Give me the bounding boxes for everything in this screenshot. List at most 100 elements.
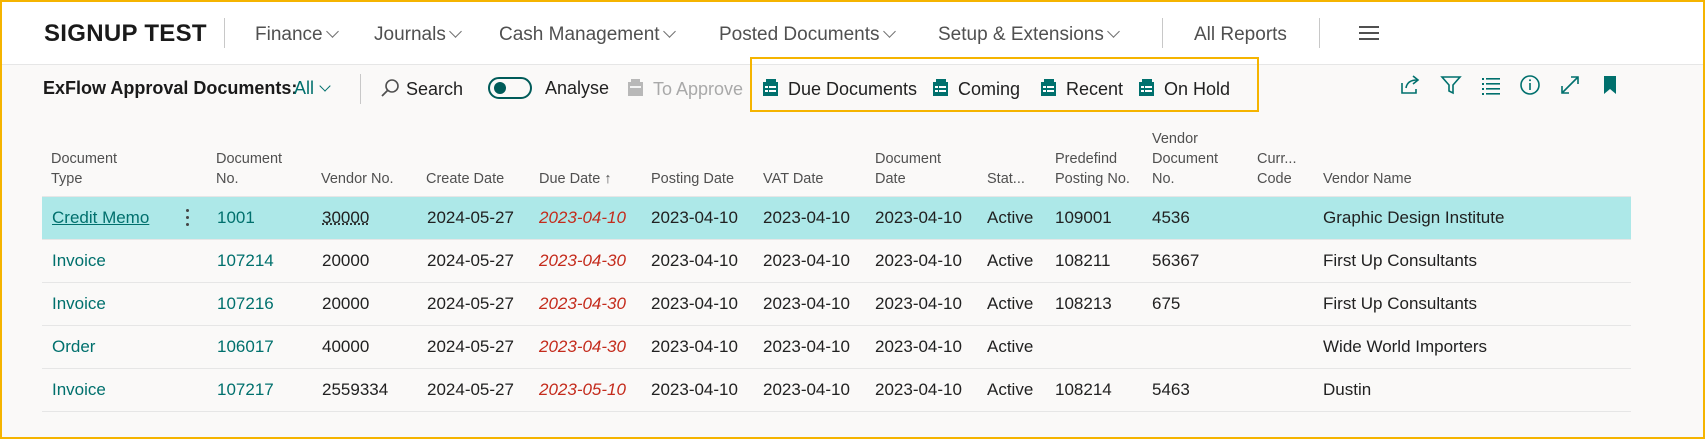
nav-posted-documents[interactable]: Posted Documents xyxy=(719,24,896,46)
chevron-down-icon xyxy=(448,25,462,38)
bookmark-icon[interactable] xyxy=(1598,73,1622,97)
analyse-toggle[interactable] xyxy=(488,77,532,99)
toggle-knob xyxy=(494,82,506,94)
cell-vendor-no: 20000 xyxy=(322,294,370,313)
cell-vendor-no: 20000 xyxy=(322,251,370,270)
cell-document-type[interactable]: Order xyxy=(52,337,95,357)
cell-vendor-document-no: 56367 xyxy=(1152,251,1200,270)
cell-status: Active xyxy=(987,380,1034,399)
cell-vendor-no: 30000 xyxy=(322,208,370,227)
header-due-date-label: Due Date xyxy=(539,171,601,187)
list-view-icon[interactable] xyxy=(1479,73,1503,97)
cell-status: Active xyxy=(987,294,1034,313)
chevron-down-icon xyxy=(662,25,676,38)
cell-create-date: 2024-05-27 xyxy=(427,294,514,313)
cell-document-date: 2023-04-10 xyxy=(875,208,962,227)
nav-finance[interactable]: Finance xyxy=(255,24,339,46)
filter-icon[interactable] xyxy=(1439,73,1463,97)
cell-vendor-name: Graphic Design Institute xyxy=(1323,208,1505,227)
expand-icon[interactable] xyxy=(1558,73,1582,97)
cell-document-no[interactable]: 107216 xyxy=(217,294,274,314)
header-vat-date[interactable]: VAT Date xyxy=(763,169,823,189)
cell-vendor-document-no: 675 xyxy=(1152,294,1181,313)
company-name[interactable]: SIGNUP TEST xyxy=(44,20,207,48)
cell-document-no[interactable]: 1001 xyxy=(217,208,255,228)
nav-all-reports[interactable]: All Reports xyxy=(1194,24,1287,46)
cell-status: Active xyxy=(987,208,1034,227)
cell-vendor-no: 2559334 xyxy=(322,380,389,399)
nav-journals-label: Journals xyxy=(374,24,446,45)
header-document-date[interactable]: Document Date xyxy=(875,149,955,189)
menu-icon[interactable] xyxy=(1359,26,1379,40)
view-selector-label: All xyxy=(294,78,315,98)
cell-document-date: 2023-04-10 xyxy=(875,251,962,270)
header-predefined-posting-no[interactable]: Predefind Posting No. xyxy=(1055,149,1135,189)
header-currency-code[interactable]: Curr... Code xyxy=(1257,149,1307,189)
table-row[interactable]: Order 106017 40000 2024-05-27 2023-04-30… xyxy=(42,326,1631,369)
cell-due-date: 2023-05-10 xyxy=(539,380,626,399)
table-header: Document Type Document No. Vendor No. Cr… xyxy=(42,118,1631,197)
cell-status: Active xyxy=(987,337,1034,356)
table-row[interactable]: Invoice 107216 20000 2024-05-27 2023-04-… xyxy=(42,283,1631,326)
cell-posting-date: 2023-04-10 xyxy=(651,208,738,227)
cell-vendor-name: Dustin xyxy=(1323,380,1372,399)
header-document-no[interactable]: Document No. xyxy=(216,149,296,189)
chevron-down-icon xyxy=(325,25,339,38)
cell-posting-date: 2023-04-10 xyxy=(651,337,738,356)
sort-ascending-icon: ↑ xyxy=(600,171,612,187)
cell-vendor-name: Wide World Importers xyxy=(1323,337,1488,356)
view-selector[interactable]: All xyxy=(294,78,331,99)
cell-predefined-posting-no: 108211 xyxy=(1055,251,1111,270)
cell-posting-date: 2023-04-10 xyxy=(651,380,738,399)
header-due-date[interactable]: Due Date ↑ xyxy=(539,169,612,189)
row-actions-icon[interactable] xyxy=(185,209,191,227)
cell-vendor-name: First Up Consultants xyxy=(1323,251,1477,270)
nav-divider xyxy=(1319,18,1320,48)
table-row[interactable]: Credit Memo 1001 30000 2024-05-27 2023-0… xyxy=(42,197,1631,240)
cell-status: Active xyxy=(987,251,1034,270)
header-status[interactable]: Stat... xyxy=(987,169,1025,189)
header-document-type[interactable]: Document Type xyxy=(51,149,151,189)
cell-document-type[interactable]: Invoice xyxy=(52,294,106,314)
search-button[interactable]: Search xyxy=(380,78,463,100)
table-row[interactable]: Invoice 107217 2559334 2024-05-27 2023-0… xyxy=(42,369,1631,412)
nav-journals[interactable]: Journals xyxy=(374,24,462,46)
app-window: SIGNUP TEST Finance Journals Cash Manage… xyxy=(0,0,1705,439)
cell-document-no[interactable]: 107214 xyxy=(217,251,274,271)
header-posting-date[interactable]: Posting Date xyxy=(651,169,734,189)
cell-due-date: 2023-04-30 xyxy=(539,337,626,356)
nav-setup-extensions-label: Setup & Extensions xyxy=(938,24,1104,45)
nav-divider xyxy=(224,18,225,48)
cell-document-no[interactable]: 107217 xyxy=(217,380,274,400)
cell-vat-date: 2023-04-10 xyxy=(763,251,850,270)
cell-document-no[interactable]: 106017 xyxy=(217,337,274,357)
table-row[interactable]: Invoice 107214 20000 2024-05-27 2023-04-… xyxy=(42,240,1631,283)
cell-vat-date: 2023-04-10 xyxy=(763,294,850,313)
cell-document-type[interactable]: Invoice xyxy=(52,380,106,400)
cell-due-date: 2023-04-10 xyxy=(539,208,626,227)
cell-document-type[interactable]: Invoice xyxy=(52,251,106,271)
documents-table: Document Type Document No. Vendor No. Cr… xyxy=(42,118,1631,412)
to-approve-button[interactable]: To Approve xyxy=(627,78,743,100)
cell-posting-date: 2023-04-10 xyxy=(651,294,738,313)
cell-document-type[interactable]: Credit Memo xyxy=(52,208,149,228)
share-icon[interactable] xyxy=(1398,73,1422,97)
cell-create-date: 2024-05-27 xyxy=(427,337,514,356)
chevron-down-icon xyxy=(319,80,331,92)
header-create-date[interactable]: Create Date xyxy=(426,169,504,189)
to-approve-label: To Approve xyxy=(653,79,744,99)
nav-divider xyxy=(1162,18,1163,48)
cell-posting-date: 2023-04-10 xyxy=(651,251,738,270)
cell-vendor-document-no: 4536 xyxy=(1152,208,1190,227)
cell-predefined-posting-no: 109001 xyxy=(1055,208,1112,227)
document-icon xyxy=(628,79,643,96)
cell-document-date: 2023-04-10 xyxy=(875,380,962,399)
info-icon[interactable] xyxy=(1518,73,1542,97)
nav-setup-extensions[interactable]: Setup & Extensions xyxy=(938,24,1120,46)
header-vendor-document-no[interactable]: Vendor Document No. xyxy=(1152,129,1237,189)
analyse-label: Analyse xyxy=(545,78,610,98)
header-vendor-name[interactable]: Vendor Name xyxy=(1323,169,1412,189)
header-vendor-no[interactable]: Vendor No. xyxy=(321,169,394,189)
nav-posted-documents-label: Posted Documents xyxy=(719,24,880,45)
nav-cash-management[interactable]: Cash Management xyxy=(499,24,676,46)
